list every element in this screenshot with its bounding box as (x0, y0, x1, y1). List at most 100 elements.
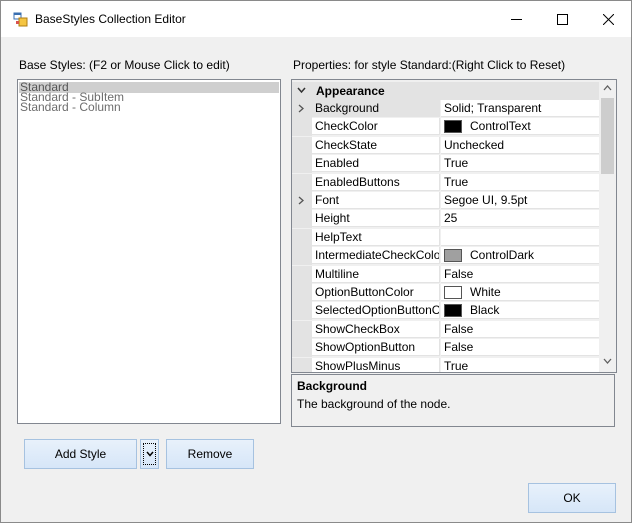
minimize-icon (510, 18, 522, 20)
property-value-text: True (444, 156, 469, 171)
property-value-text: False (444, 266, 474, 281)
property-value[interactable]: Black (441, 302, 599, 320)
property-value[interactable]: ControlDark (441, 247, 599, 265)
property-value[interactable]: White (441, 284, 599, 301)
row-margin (292, 210, 312, 229)
property-row[interactable]: SelectedOptionButtonC Black (292, 302, 599, 321)
property-name[interactable]: ShowOptionButton (312, 339, 440, 357)
row-margin (292, 228, 312, 247)
chevron-down-icon[interactable] (297, 87, 306, 94)
property-name[interactable]: Enabled (312, 155, 440, 173)
property-description-pane: Background The background of the node. (291, 374, 615, 427)
property-row[interactable]: Height 25 (292, 210, 599, 229)
property-name[interactable]: CheckColor (312, 118, 440, 136)
color-swatch (444, 249, 462, 263)
base-styles-list[interactable]: Standard Standard - SubItem Standard - C… (17, 79, 281, 424)
property-value-text: False (444, 340, 474, 355)
row-margin (292, 118, 312, 137)
property-value[interactable]: Segoe UI, 9.5pt (441, 192, 599, 209)
property-row[interactable]: OptionButtonColor White (292, 284, 599, 302)
property-name[interactable]: Font (312, 192, 440, 209)
property-row[interactable]: EnabledButtons True (292, 173, 599, 192)
property-row[interactable]: CheckState Unchecked (292, 136, 599, 155)
window-title: BaseStyles Collection Editor (35, 12, 186, 26)
row-margin (292, 192, 312, 210)
scrollbar-thumb[interactable] (601, 98, 614, 174)
property-name[interactable]: EnabledButtons (312, 173, 440, 191)
chevron-up-icon[interactable] (603, 84, 612, 91)
property-value[interactable]: ControlText (441, 118, 599, 136)
property-value-text: ControlText (470, 119, 531, 134)
property-row[interactable]: Multiline False (292, 265, 599, 284)
property-name[interactable]: IntermediateCheckColo (312, 247, 440, 265)
row-margin (292, 136, 312, 155)
property-value[interactable] (441, 228, 599, 246)
category-row-appearance[interactable]: Appearance (292, 82, 599, 100)
chevron-right-icon[interactable] (298, 104, 304, 113)
vertical-scrollbar[interactable] (599, 80, 616, 372)
row-margin (292, 155, 312, 174)
list-item[interactable]: Standard - Column (19, 101, 279, 113)
property-row[interactable]: IntermediateCheckColo ControlDark (292, 247, 599, 266)
maximize-button[interactable] (539, 1, 585, 37)
property-value-text: Unchecked (444, 137, 505, 152)
category-label: Appearance (316, 84, 385, 98)
chevron-down-icon[interactable] (603, 358, 612, 365)
row-margin (292, 100, 312, 118)
color-swatch (444, 286, 462, 299)
title-bar: BaseStyles Collection Editor (1, 1, 631, 37)
property-value[interactable]: True (441, 155, 599, 173)
property-value[interactable]: True (441, 173, 599, 191)
property-name[interactable]: ShowCheckBox (312, 320, 440, 338)
close-button[interactable] (585, 1, 631, 37)
property-grid[interactable]: Appearance Background Solid; Transparent C… (291, 79, 617, 373)
property-value[interactable]: 25 (441, 210, 599, 228)
maximize-icon (556, 13, 568, 25)
row-margin (292, 247, 312, 266)
add-style-dropdown-button[interactable] (140, 439, 159, 469)
property-value[interactable]: Unchecked (441, 136, 599, 154)
row-margin (292, 265, 312, 284)
property-row[interactable]: HelpText (292, 228, 599, 247)
dropdown-focus-box (143, 443, 156, 465)
property-value[interactable]: True (441, 357, 599, 373)
property-row[interactable]: ShowCheckBox False (292, 320, 599, 339)
collection-editor-icon (13, 12, 28, 27)
property-name[interactable]: SelectedOptionButtonC (312, 302, 440, 320)
property-row[interactable]: ShowOptionButton False (292, 339, 599, 358)
property-value-text: Segoe UI, 9.5pt (444, 193, 528, 207)
property-row[interactable]: CheckColor ControlText (292, 118, 599, 137)
ok-button[interactable]: OK (528, 483, 616, 513)
property-value[interactable]: False (441, 265, 599, 283)
property-value[interactable]: False (441, 339, 599, 357)
property-name[interactable]: Multiline (312, 265, 440, 283)
property-value-text: True (444, 358, 469, 373)
property-name[interactable]: Height (312, 210, 440, 228)
property-name[interactable]: Background (312, 100, 440, 117)
description-text: The background of the node. (297, 397, 451, 411)
property-row[interactable]: Enabled True (292, 155, 599, 174)
row-margin (292, 284, 312, 302)
property-name[interactable]: OptionButtonColor (312, 284, 440, 301)
property-value-text: Solid; Transparent (444, 101, 542, 115)
color-swatch (444, 304, 462, 318)
property-name[interactable]: HelpText (312, 228, 440, 246)
close-icon (602, 13, 614, 25)
property-value-text: ControlDark (470, 248, 535, 263)
property-row[interactable]: Background Solid; Transparent (292, 100, 599, 118)
property-row[interactable]: Font Segoe UI, 9.5pt (292, 192, 599, 210)
property-row[interactable]: ShowPlusMinus True (292, 357, 599, 373)
row-margin (292, 339, 312, 358)
chevron-right-icon[interactable] (298, 196, 304, 205)
remove-button[interactable]: Remove (166, 439, 254, 469)
minimize-button[interactable] (493, 1, 539, 37)
add-style-button[interactable]: Add Style (24, 439, 137, 469)
properties-label: Properties: for style Standard:(Right Cl… (293, 58, 566, 72)
property-name[interactable]: CheckState (312, 136, 440, 154)
color-swatch (444, 120, 462, 134)
property-value[interactable]: False (441, 320, 599, 338)
property-value[interactable]: Solid; Transparent (441, 100, 599, 117)
property-name[interactable]: ShowPlusMinus (312, 357, 440, 372)
chevron-down-icon (145, 451, 154, 457)
base-styles-label: Base Styles: (F2 or Mouse Click to edit) (19, 58, 230, 72)
